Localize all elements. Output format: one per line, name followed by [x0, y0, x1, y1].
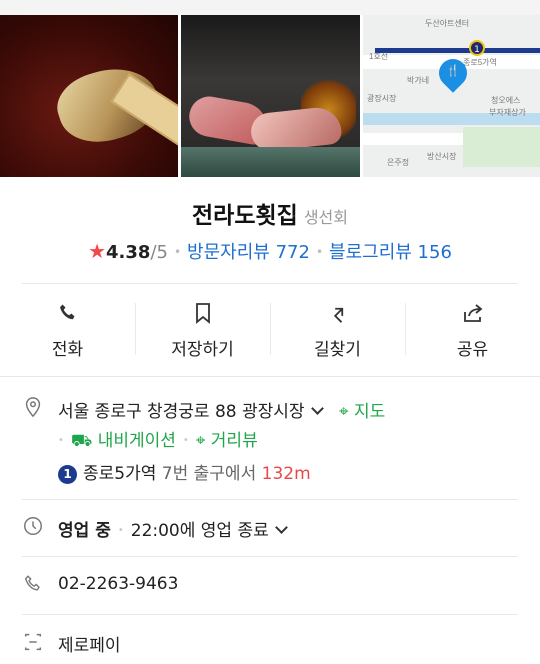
separator-dot: • — [117, 525, 124, 536]
navigation-link[interactable]: ⛟ 내비게이션 — [71, 431, 176, 451]
directions-icon — [333, 307, 343, 323]
map-link-label: 지도 — [353, 402, 386, 422]
divider — [22, 556, 518, 557]
address-text[interactable]: 서울 종로구 창경궁로 88 광장시장 — [58, 402, 305, 422]
phone-number[interactable]: 02-2263-9463 — [58, 574, 178, 594]
station-distance: 132m — [261, 464, 311, 484]
subway-line-badge: 1 — [58, 465, 77, 484]
clock-icon — [24, 517, 42, 535]
rating-score: 4.38 — [106, 242, 151, 263]
top-bar — [0, 0, 540, 15]
photo-strip[interactable]: 두산아트센터 1호선 1 종로5가역 박가네 청오에스 부자재상가 은주정 방산… — [0, 0, 540, 179]
share-button[interactable]: 공유 — [405, 285, 540, 375]
place-name: 전라도횟집 — [192, 203, 298, 229]
phone-icon — [59, 304, 74, 319]
directions-label: 길찾기 — [314, 339, 361, 360]
photo-counter[interactable] — [181, 15, 360, 177]
payment-icon — [24, 633, 42, 651]
transit-row: 1 종로5가역 7번 출구에서 132m — [58, 459, 311, 484]
counter — [181, 147, 360, 177]
open-status: 영업 중 — [58, 521, 111, 541]
bookmark-icon — [195, 302, 210, 324]
map-pin-small-icon: ⌖ — [338, 402, 349, 422]
divider — [22, 283, 518, 284]
map-label: 부자재상가 — [489, 108, 526, 117]
call-label: 전화 — [51, 339, 84, 360]
divider — [0, 376, 540, 377]
photo-food[interactable] — [0, 15, 178, 177]
address-links-row: • ⛟ 내비게이션 • ⌖ 거리뷰 — [58, 426, 258, 453]
star-icon: ★ — [88, 239, 107, 263]
directions-button[interactable]: 길찾기 — [270, 285, 405, 375]
share-label: 공유 — [456, 339, 489, 360]
car-icon: ⛟ — [70, 431, 93, 451]
action-bar: 전화 저장하기 길찾기 공유 — [0, 285, 540, 375]
divider — [22, 614, 518, 615]
call-button[interactable]: 전화 — [0, 285, 135, 375]
blog-reviews-link[interactable]: 블로그리뷰 156 — [329, 242, 452, 263]
map-thumbnail[interactable]: 두산아트센터 1호선 1 종로5가역 박가네 청오에스 부자재상가 은주정 방산… — [363, 15, 540, 177]
map-label: 청오에스 — [491, 96, 521, 105]
station-exit: 7번 출구에서 — [161, 464, 257, 484]
phone-outline-icon — [24, 575, 40, 591]
street-view-label: 거리뷰 — [210, 431, 258, 451]
park-area — [463, 127, 540, 167]
map-label: 은주정 — [387, 158, 410, 167]
place-category: 생선회 — [303, 208, 348, 227]
place-header: 전라도횟집 생선회 — [0, 196, 540, 230]
map-label: 박가네 — [407, 76, 430, 85]
share-icon — [463, 303, 482, 322]
address-row: 서울 종로구 창경궁로 88 광장시장 ⌖ 지도 — [58, 397, 385, 422]
separator-dot: • — [58, 435, 64, 446]
visitor-reviews-link[interactable]: 방문자리뷰 772 — [187, 242, 310, 263]
map-label: 방산시장 — [427, 152, 457, 161]
hours-detail: 22:00에 영업 종료 — [130, 521, 269, 541]
location-pin-icon — [25, 397, 41, 418]
map-label: 종로5가역 — [463, 58, 497, 67]
navigation-label: 내비게이션 — [97, 431, 176, 451]
save-label: 저장하기 — [171, 339, 234, 360]
map-link[interactable]: ⌖ 지도 — [339, 402, 385, 422]
street-view-link[interactable]: ⌖ 거리뷰 — [196, 431, 258, 451]
chevron-down-icon[interactable] — [310, 402, 324, 415]
save-button[interactable]: 저장하기 — [135, 285, 270, 375]
map-label: 광장시장 — [367, 94, 397, 103]
payment-method: 제로페이 — [58, 636, 121, 656]
chevron-down-icon[interactable] — [274, 521, 288, 534]
map-label: 1호선 — [369, 52, 389, 61]
station-name: 종로5가역 — [83, 464, 157, 484]
map-label: 두산아트센터 — [425, 19, 470, 28]
separator-dot: • — [315, 245, 324, 259]
street-view-icon: ⌖ — [195, 431, 206, 451]
subway-station-icon: 1 — [469, 40, 485, 56]
rating-row: ★4.38/5 • 방문자리뷰 772 • 블로그리뷰 156 — [0, 238, 540, 264]
fish-slab — [249, 105, 343, 153]
divider — [22, 499, 518, 500]
rating-max: /5 — [150, 242, 168, 263]
hours-row[interactable]: 영업 중 • 22:00에 영업 종료 — [58, 516, 288, 541]
separator-dot: • — [182, 435, 189, 446]
subway-line — [375, 48, 540, 53]
separator-dot: • — [173, 245, 182, 259]
